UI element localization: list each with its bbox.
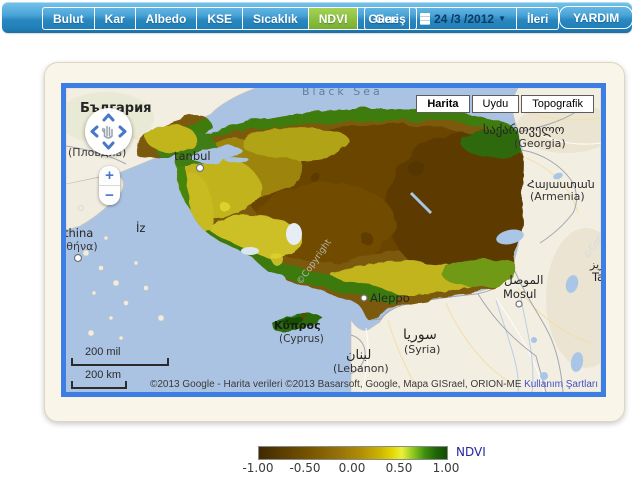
legend-gradient-bar bbox=[258, 446, 448, 460]
pan-control[interactable] bbox=[85, 108, 132, 155]
terms-link[interactable]: Kullanım Şartları bbox=[524, 379, 598, 390]
legend-tick: 1.00 bbox=[433, 461, 460, 475]
zoom-out-button[interactable]: − bbox=[99, 186, 120, 205]
scale-miles-bar bbox=[71, 358, 169, 366]
map-type-control: Harita Uydu Topografik bbox=[416, 95, 594, 113]
label-tabriz-en: Tab bbox=[591, 270, 601, 284]
hand-icon bbox=[103, 127, 112, 139]
layer-button-group: Bulut Kar Albedo KSE Sıcaklık NDVI Güneş bbox=[42, 7, 417, 30]
zoom-in-button[interactable]: + bbox=[99, 166, 120, 186]
layer-button-kar[interactable]: Kar bbox=[95, 8, 136, 29]
layer-button-albedo[interactable]: Albedo bbox=[136, 8, 198, 29]
label-athina: thina bbox=[66, 226, 93, 240]
legend-tick: -0.50 bbox=[289, 461, 320, 475]
label-cyprus-el: Κύπρος bbox=[274, 319, 321, 332]
label-athina-greek: (θήνα) bbox=[66, 240, 98, 253]
map-copyright: ©2013 Google - Harita verileri ©2013 Bas… bbox=[150, 379, 522, 390]
date-nav-group: Geri 24 /3 /2012 ▼ İleri bbox=[364, 7, 559, 30]
label-mosul-en: Mosul bbox=[503, 287, 536, 301]
map-card: ©Copyright ©Copyright Black Sea България… bbox=[44, 62, 625, 422]
pan-down-icon bbox=[104, 143, 113, 148]
scale-miles: 200 mil bbox=[71, 346, 169, 366]
label-lebanon-ar: لبنان bbox=[346, 348, 371, 363]
scale-km: 200 km bbox=[71, 369, 127, 389]
ndvi-legend: -1.00 -0.50 0.00 0.50 1.00 NDVI bbox=[237, 442, 527, 476]
zoom-control: + − bbox=[99, 166, 120, 205]
scale-km-bar bbox=[71, 381, 127, 389]
map-type-topografik[interactable]: Topografik bbox=[521, 95, 594, 113]
scale-miles-label: 200 mil bbox=[85, 346, 169, 358]
label-syria-en: (Syria) bbox=[404, 343, 440, 356]
legend-tick: -1.00 bbox=[242, 461, 273, 475]
label-black-sea: Black Sea bbox=[302, 88, 383, 98]
legend-tick: 0.50 bbox=[386, 461, 413, 475]
pan-up-icon bbox=[104, 115, 113, 120]
help-button[interactable]: YARDIM bbox=[559, 6, 633, 29]
date-picker[interactable]: 24 /3 /2012 ▼ bbox=[410, 8, 517, 29]
label-cyprus-en: (Cyprus) bbox=[279, 333, 324, 345]
layer-button-ndvi[interactable]: NDVI bbox=[309, 8, 359, 29]
pan-left-icon bbox=[92, 127, 97, 136]
back-button[interactable]: Geri bbox=[365, 8, 410, 29]
label-istanbul: tanbul bbox=[174, 149, 211, 163]
label-syria-ar: سوريا bbox=[403, 327, 437, 343]
legend-tick: 0.00 bbox=[339, 461, 366, 475]
label-georgia-ka: საქართველო bbox=[483, 122, 565, 137]
calendar-icon bbox=[420, 13, 430, 25]
caret-down-icon: ▼ bbox=[498, 14, 506, 23]
scale-km-label: 200 km bbox=[85, 369, 127, 381]
forward-button[interactable]: İleri bbox=[517, 8, 558, 29]
label-izmir: İz bbox=[136, 220, 145, 235]
layer-button-kse[interactable]: KSE bbox=[197, 8, 243, 29]
toolbar: Bulut Kar Albedo KSE Sıcaklık NDVI Güneş… bbox=[2, 2, 632, 33]
pan-right-icon bbox=[120, 127, 125, 136]
label-georgia-en: (Georgia) bbox=[514, 137, 566, 150]
label-mosul-ar: الموصل bbox=[504, 273, 543, 288]
map[interactable]: ©Copyright ©Copyright Black Sea България… bbox=[61, 83, 606, 397]
layer-button-sicaklik[interactable]: Sıcaklık bbox=[243, 8, 309, 29]
map-type-harita[interactable]: Harita bbox=[416, 95, 469, 113]
label-aleppo: Aleppo bbox=[370, 291, 410, 305]
layer-button-bulut[interactable]: Bulut bbox=[43, 8, 95, 29]
legend-title: NDVI bbox=[456, 445, 486, 459]
date-value: 24 /3 /2012 bbox=[434, 12, 494, 26]
label-armenia-en: (Armenia) bbox=[530, 190, 585, 203]
map-type-uydu[interactable]: Uydu bbox=[472, 95, 520, 113]
label-lebanon-en: (Lebanon) bbox=[333, 362, 389, 375]
